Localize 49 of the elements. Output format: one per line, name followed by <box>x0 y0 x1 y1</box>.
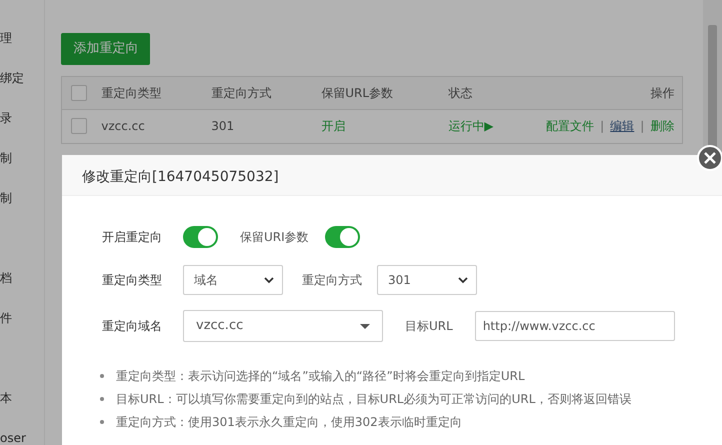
select-value: 301 <box>388 272 411 289</box>
sidebar-item[interactable]: 档 <box>0 271 12 285</box>
table-cell-text: 301 <box>211 118 236 135</box>
field-label: 重定向域名 <box>102 318 163 335</box>
sidebar-item[interactable]: 绑定 <box>0 71 24 85</box>
sidebar-item[interactable]: 制 <box>0 191 12 205</box>
close-icon <box>704 152 716 164</box>
table-cell-text: vzcc.cc <box>101 118 146 135</box>
dropdown-select[interactable]: 301 <box>377 265 477 295</box>
note-text: 重定向方式：使用301表示永久重定向，使用302表示临时重定向 <box>116 414 462 430</box>
field-label: 开启重定向 <box>102 229 163 246</box>
table-cell-text: 开启 <box>321 118 346 135</box>
field-label: 目标URL <box>405 318 453 335</box>
column-header: 重定向方式 <box>211 84 272 102</box>
column-header: 保留URL参数 <box>321 84 394 102</box>
checkbox[interactable] <box>71 118 88 134</box>
note-text: 目标URL：可以填写你需要重定向到的站点，目标URL必须为可正常访问的URL，否则将返回错误 <box>116 390 632 408</box>
caret-icon <box>360 324 370 328</box>
bullet-icon <box>100 374 104 378</box>
sidebar-item[interactable]: oser <box>0 431 26 445</box>
sidebar-item[interactable]: 制 <box>0 151 12 165</box>
field-label: 重定向方式 <box>302 272 362 289</box>
action-link[interactable]: 编辑 <box>610 119 634 133</box>
bullet-icon <box>100 420 104 424</box>
select-value: vzcc.cc <box>196 317 244 336</box>
select-value: 域名 <box>194 272 218 289</box>
dropdown-select[interactable]: 域名 <box>183 265 283 295</box>
field-label: 重定向类型 <box>102 272 163 289</box>
column-header: 重定向类型 <box>101 84 162 102</box>
sidebar-item[interactable]: 本 <box>0 391 12 405</box>
checkbox[interactable] <box>71 84 88 100</box>
sidebar-item[interactable]: 件 <box>0 311 12 325</box>
note-text: 重定向类型：表示访问选择的“域名”或输入的“路径”时将会重定向到指定URL <box>116 368 525 384</box>
text-input[interactable]: http://www.vzcc.cc <box>474 311 675 341</box>
dialog-title: 修改重定向[1647045075032] <box>62 155 722 196</box>
toggle-switch[interactable] <box>183 226 218 248</box>
separator: | <box>640 119 644 133</box>
chevron-down-icon <box>264 276 274 284</box>
field-label: 保留URI参数 <box>240 229 309 246</box>
toggle-switch[interactable] <box>324 226 360 248</box>
chevron-down-icon <box>458 276 468 284</box>
bullet-icon <box>100 396 104 400</box>
separator: | <box>600 119 604 133</box>
sidebar-item[interactable]: 录 <box>0 111 12 125</box>
column-header: 操作 <box>649 84 676 102</box>
sidebar-item[interactable]: 理 <box>0 31 12 45</box>
status-text: 运行中▶ <box>448 118 494 135</box>
column-header: 状态 <box>448 84 474 102</box>
dropdown-select[interactable]: vzcc.cc <box>183 310 383 342</box>
